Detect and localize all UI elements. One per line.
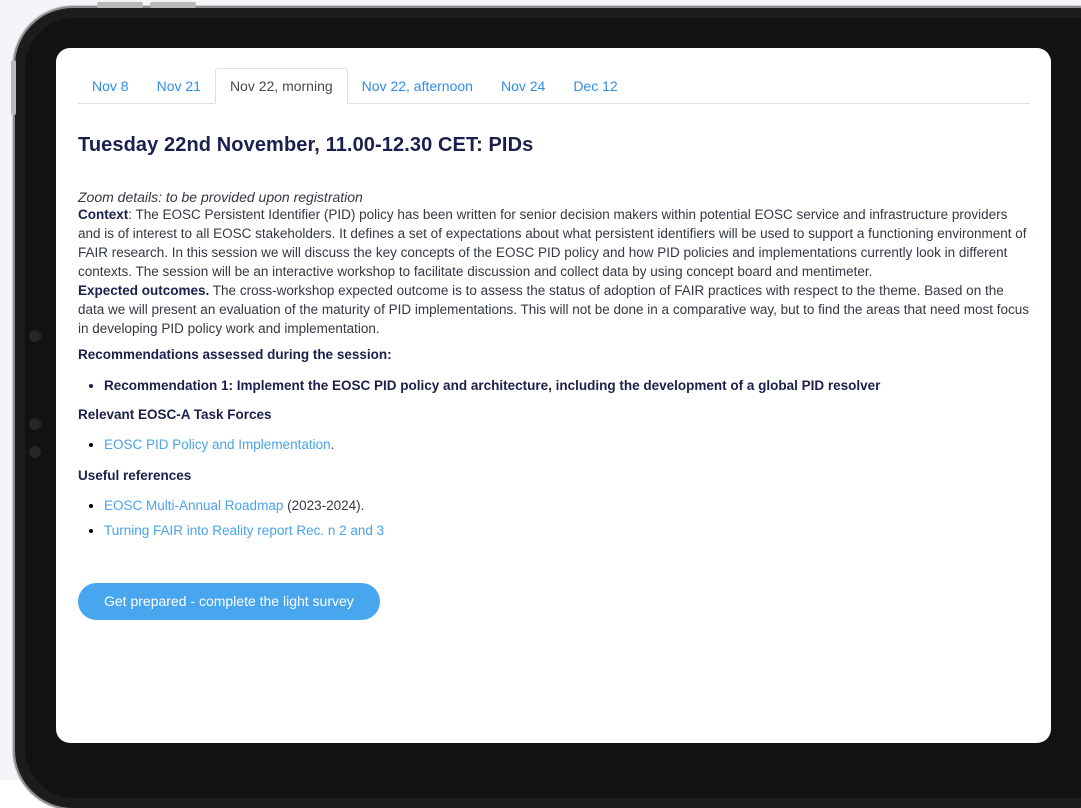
date-tabs: Nov 8 Nov 21 Nov 22, morning Nov 22, aft… — [78, 68, 1030, 104]
tab-nov-22-afternoon[interactable]: Nov 22, afternoon — [348, 69, 487, 103]
list-item: EOSC Multi-Annual Roadmap (2023-2024). — [104, 496, 1030, 515]
session-content: Nov 8 Nov 21 Nov 22, morning Nov 22, aft… — [78, 48, 1030, 620]
session-title: Tuesday 22nd November, 11.00-12.30 CET: … — [78, 134, 534, 156]
references-heading: Useful references — [78, 468, 192, 483]
recommendations-heading: Recommendations assessed during the sess… — [78, 347, 392, 362]
outcomes-text: The cross-workshop expected outcome is t… — [78, 283, 1030, 336]
recommendations-list: Recommendation 1: Implement the EOSC PID… — [78, 376, 1030, 395]
tablet-sensor-icon — [29, 330, 41, 342]
tab-dec-12[interactable]: Dec 12 — [559, 69, 631, 103]
tablet-top-button — [150, 2, 196, 8]
tablet-sensor-icon — [29, 446, 41, 458]
tab-nov-24[interactable]: Nov 24 — [487, 69, 559, 103]
list-item: EOSC PID Policy and Implementation. — [104, 435, 1030, 454]
task-forces-heading: Relevant EOSC-A Task Forces — [78, 407, 272, 422]
tablet-screen: Nov 8 Nov 21 Nov 22, morning Nov 22, aft… — [56, 48, 1051, 743]
tab-nov-21[interactable]: Nov 21 — [143, 69, 215, 103]
list-item: Turning FAIR into Reality report Rec. n … — [104, 521, 1030, 540]
task-force-link[interactable]: EOSC PID Policy and Implementation — [104, 437, 331, 452]
fair-report-link[interactable]: Turning FAIR into Reality report Rec. n … — [104, 523, 384, 538]
task-force-suffix: . — [330, 437, 335, 452]
tablet-sensor-icon — [29, 418, 41, 430]
context-label: Context — [78, 207, 129, 222]
outcomes-label: Expected outcomes. — [78, 283, 210, 298]
tablet-top-button — [97, 2, 143, 8]
zoom-details: Zoom details: to be provided upon regist… — [78, 189, 363, 205]
tablet-side-button — [11, 60, 16, 115]
survey-button[interactable]: Get prepared - complete the light survey — [78, 583, 380, 620]
references-list: EOSC Multi-Annual Roadmap (2023-2024). T… — [78, 496, 1030, 540]
tab-nov-22-morning[interactable]: Nov 22, morning — [214, 68, 348, 104]
task-forces-list: EOSC PID Policy and Implementation. — [78, 435, 1030, 454]
tab-nov-8[interactable]: Nov 8 — [78, 69, 143, 103]
outcomes-paragraph: Expected outcomes. The cross-workshop ex… — [78, 281, 1030, 338]
list-item: Recommendation 1: Implement the EOSC PID… — [104, 376, 1030, 395]
roadmap-link[interactable]: EOSC Multi-Annual Roadmap — [104, 498, 283, 513]
context-paragraph: Context: The EOSC Persistent Identifier … — [78, 205, 1030, 281]
roadmap-suffix: (2023-2024). — [283, 498, 365, 513]
context-text: : The EOSC Persistent Identifier (PID) p… — [78, 207, 1027, 279]
